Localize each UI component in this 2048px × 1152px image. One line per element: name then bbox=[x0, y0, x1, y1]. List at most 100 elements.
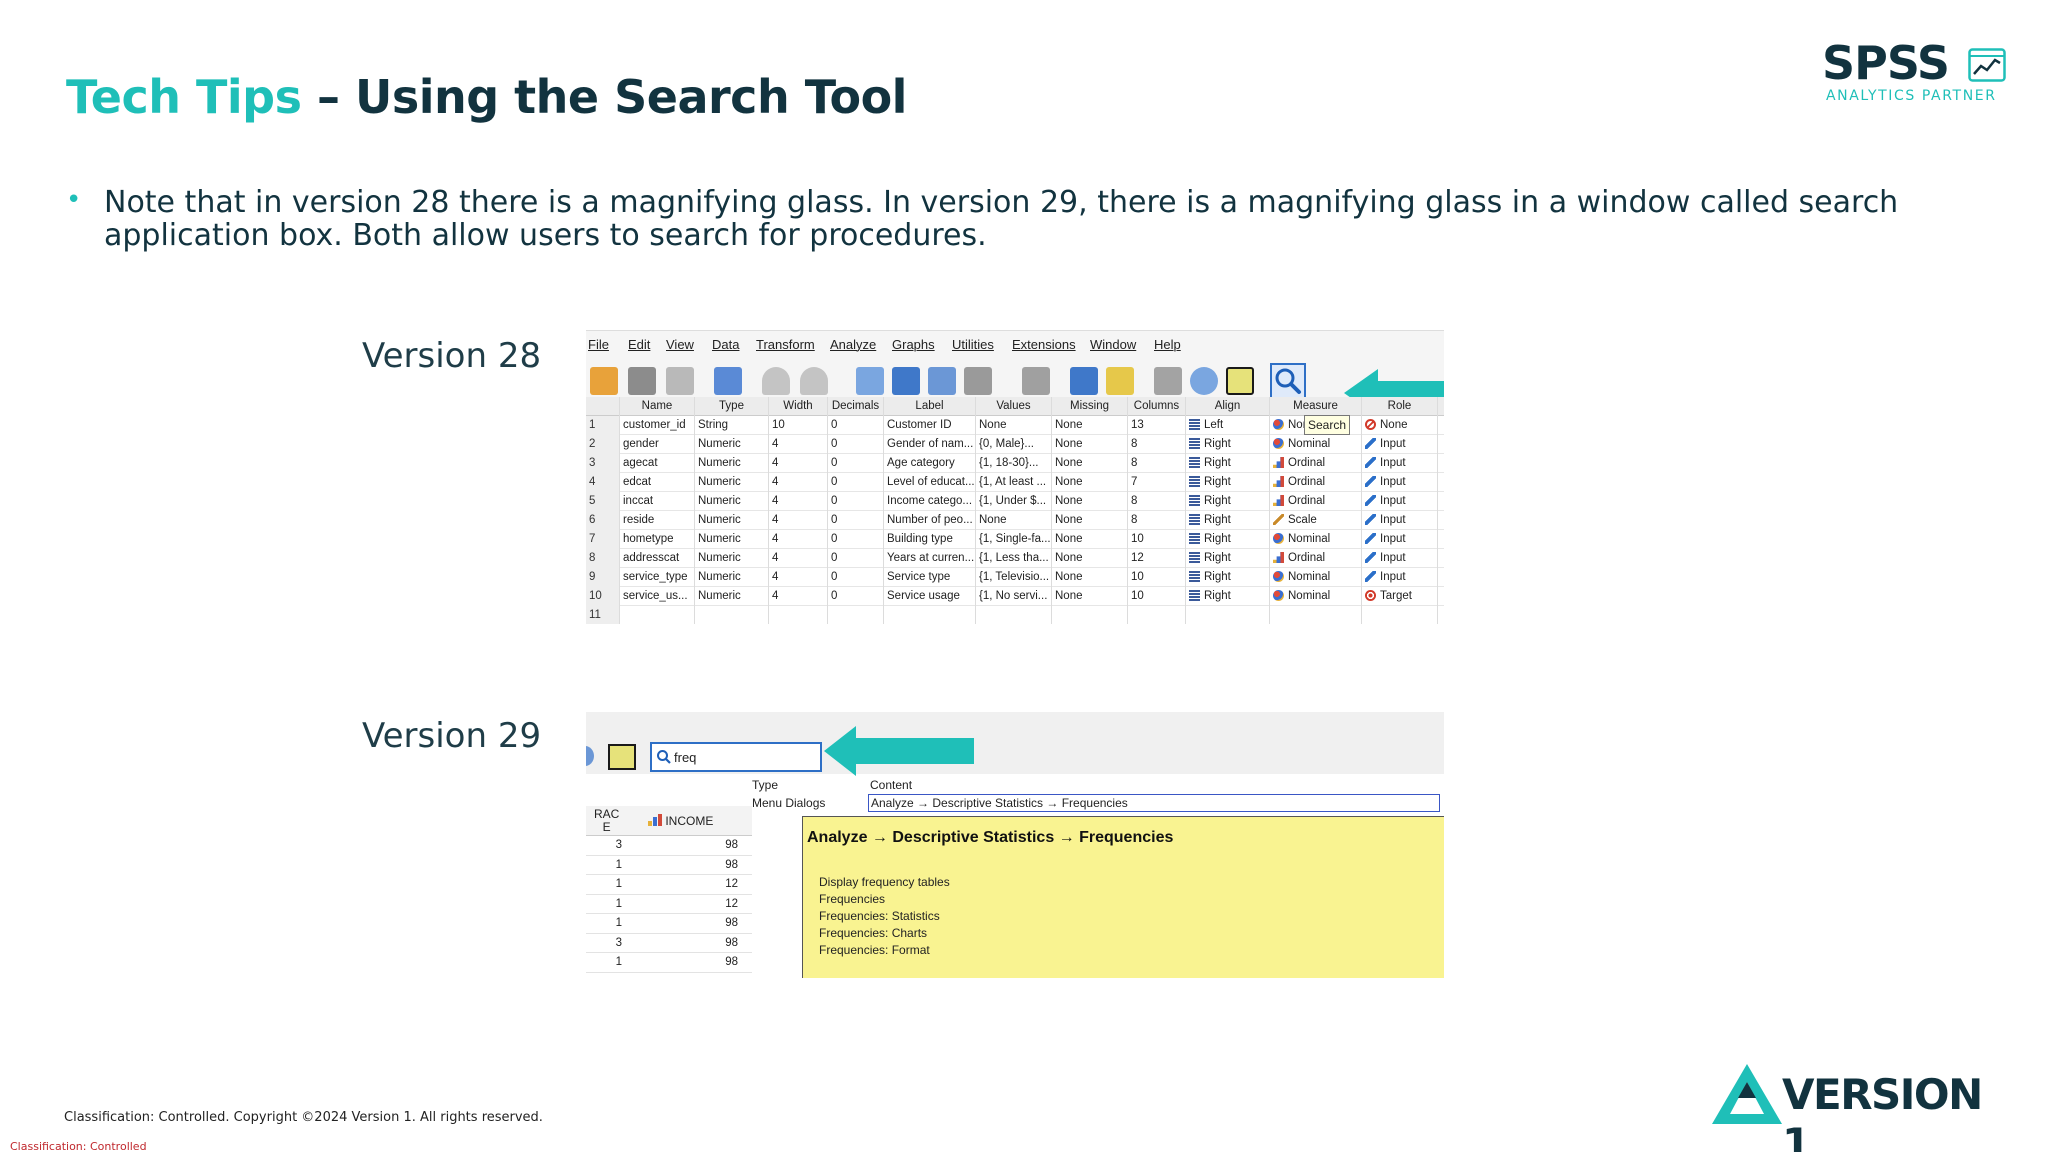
table-cell[interactable]: 4 bbox=[769, 473, 828, 492]
table-cell[interactable]: 0 bbox=[828, 492, 884, 511]
table-cell[interactable]: service_us... bbox=[620, 587, 695, 606]
row-number[interactable]: 11 bbox=[586, 606, 620, 624]
table-cell[interactable]: 13 bbox=[1128, 416, 1186, 435]
race-cell[interactable]: 1 bbox=[586, 898, 622, 910]
header-name[interactable]: Name bbox=[620, 397, 695, 416]
table-cell[interactable]: Right bbox=[1186, 492, 1270, 511]
table-row[interactable]: 1 12 bbox=[586, 895, 752, 914]
table-cell[interactable]: 7 bbox=[1128, 473, 1186, 492]
table-cell[interactable]: None bbox=[1362, 416, 1438, 435]
race-cell[interactable]: 3 bbox=[586, 839, 622, 851]
table-cell[interactable]: Numeric bbox=[695, 473, 769, 492]
table-cell[interactable]: {1, Televisio... bbox=[976, 568, 1052, 587]
table-cell[interactable]: 0 bbox=[828, 473, 884, 492]
table-row[interactable]: 1 98 bbox=[586, 856, 752, 875]
table-cell[interactable]: 10 bbox=[1128, 568, 1186, 587]
menu-help[interactable]: Help bbox=[1154, 337, 1181, 352]
menu-window[interactable]: Window bbox=[1090, 337, 1136, 352]
table-row[interactable]: 3 98 bbox=[586, 836, 752, 856]
table-cell[interactable]: 0 bbox=[828, 435, 884, 454]
go-to-variable-icon[interactable] bbox=[892, 367, 920, 395]
table-cell[interactable] bbox=[695, 606, 769, 624]
table-cell[interactable]: agecat bbox=[620, 454, 695, 473]
row-number[interactable]: 1 bbox=[586, 416, 620, 435]
table-cell[interactable]: Right bbox=[1186, 435, 1270, 454]
table-cell[interactable]: None bbox=[1052, 473, 1128, 492]
income-cell[interactable]: 98 bbox=[626, 937, 738, 949]
table-cell[interactable]: Input bbox=[1362, 549, 1438, 568]
table-cell[interactable]: addresscat bbox=[620, 549, 695, 568]
menu-utilities[interactable]: Utilities bbox=[952, 337, 994, 352]
table-cell[interactable]: 4 bbox=[769, 492, 828, 511]
table-cell[interactable] bbox=[1052, 606, 1128, 624]
table-cell[interactable]: 4 bbox=[769, 511, 828, 530]
table-cell[interactable]: 0 bbox=[828, 549, 884, 568]
table-cell[interactable]: Right bbox=[1186, 549, 1270, 568]
table-cell[interactable]: None bbox=[1052, 530, 1128, 549]
table-cell[interactable]: Nominal bbox=[1270, 530, 1362, 549]
table-cell[interactable]: 10 bbox=[1128, 530, 1186, 549]
split-file-icon[interactable] bbox=[964, 367, 992, 395]
table-row[interactable]: 10 service_us... Numeric 4 0 Service usage {1,… bbox=[586, 587, 1444, 606]
table-cell[interactable]: Numeric bbox=[695, 530, 769, 549]
table-cell[interactable]: 12 bbox=[1128, 549, 1186, 568]
extension-hub-icon[interactable] bbox=[608, 744, 636, 770]
table-cell[interactable]: 4 bbox=[769, 587, 828, 606]
table-cell[interactable]: None bbox=[976, 416, 1052, 435]
find-binoculars-icon[interactable] bbox=[1022, 367, 1050, 395]
menu-edit[interactable]: Edit bbox=[628, 337, 650, 352]
table-row[interactable]: 1 98 bbox=[586, 953, 752, 973]
table-cell[interactable]: Nominal bbox=[1270, 435, 1362, 454]
menu-transform[interactable]: Transform bbox=[756, 337, 815, 352]
extension-hub-icon[interactable] bbox=[1226, 367, 1254, 395]
table-cell[interactable]: 0 bbox=[828, 511, 884, 530]
insert-variable-icon[interactable] bbox=[1106, 367, 1134, 395]
race-cell[interactable]: 1 bbox=[586, 956, 622, 968]
table-cell[interactable]: None bbox=[1052, 416, 1128, 435]
race-cell[interactable]: 1 bbox=[586, 917, 622, 929]
row-number[interactable]: 8 bbox=[586, 549, 620, 568]
table-row[interactable]: 1 12 bbox=[586, 875, 752, 895]
table-cell[interactable]: Input bbox=[1362, 530, 1438, 549]
header-type[interactable]: Type bbox=[695, 397, 769, 416]
table-cell[interactable]: {1, Single-fa... bbox=[976, 530, 1052, 549]
header-columns[interactable]: Columns bbox=[1128, 397, 1186, 416]
table-cell[interactable]: Numeric bbox=[695, 587, 769, 606]
table-cell[interactable]: 10 bbox=[769, 416, 828, 435]
table-cell[interactable]: {1, At least ... bbox=[976, 473, 1052, 492]
table-cell[interactable]: Numeric bbox=[695, 435, 769, 454]
column-race[interactable]: RAC E bbox=[594, 808, 619, 834]
table-cell[interactable]: {1, No servi... bbox=[976, 587, 1052, 606]
table-cell[interactable]: Right bbox=[1186, 587, 1270, 606]
table-cell[interactable]: Right bbox=[1186, 511, 1270, 530]
income-cell[interactable]: 98 bbox=[626, 859, 738, 871]
table-cell[interactable]: {1, Less tha... bbox=[976, 549, 1052, 568]
variables-icon[interactable] bbox=[928, 367, 956, 395]
header-decimals[interactable]: Decimals bbox=[828, 397, 884, 416]
table-cell[interactable]: 4 bbox=[769, 568, 828, 587]
open-folder-icon[interactable] bbox=[590, 367, 618, 395]
table-cell[interactable]: Level of educat... bbox=[884, 473, 976, 492]
race-cell[interactable]: 1 bbox=[586, 878, 622, 890]
header-align[interactable]: Align bbox=[1186, 397, 1270, 416]
table-row[interactable]: 11 bbox=[586, 606, 1444, 624]
table-cell[interactable]: None bbox=[976, 511, 1052, 530]
row-number[interactable]: 4 bbox=[586, 473, 620, 492]
menu-extensions[interactable]: Extensions bbox=[1012, 337, 1076, 352]
table-cell[interactable]: hometype bbox=[620, 530, 695, 549]
table-cell[interactable]: Input bbox=[1362, 492, 1438, 511]
search-button[interactable] bbox=[1270, 363, 1306, 399]
table-cell[interactable]: Right bbox=[1186, 454, 1270, 473]
income-cell[interactable]: 98 bbox=[626, 917, 738, 929]
column-income[interactable]: INCOME bbox=[648, 814, 713, 828]
table-cell[interactable]: Right bbox=[1186, 568, 1270, 587]
race-cell[interactable]: 1 bbox=[586, 859, 622, 871]
table-cell[interactable]: inccat bbox=[620, 492, 695, 511]
table-cell[interactable]: 4 bbox=[769, 435, 828, 454]
table-cell[interactable]: Years at curren... bbox=[884, 549, 976, 568]
table-cell[interactable]: {1, Under $... bbox=[976, 492, 1052, 511]
table-cell[interactable]: Right bbox=[1186, 473, 1270, 492]
table-row[interactable]: 9 service_type Numeric 4 0 Service type {1, Te… bbox=[586, 568, 1444, 587]
weight-cases-icon[interactable] bbox=[1154, 367, 1182, 395]
table-cell[interactable]: Service type bbox=[884, 568, 976, 587]
